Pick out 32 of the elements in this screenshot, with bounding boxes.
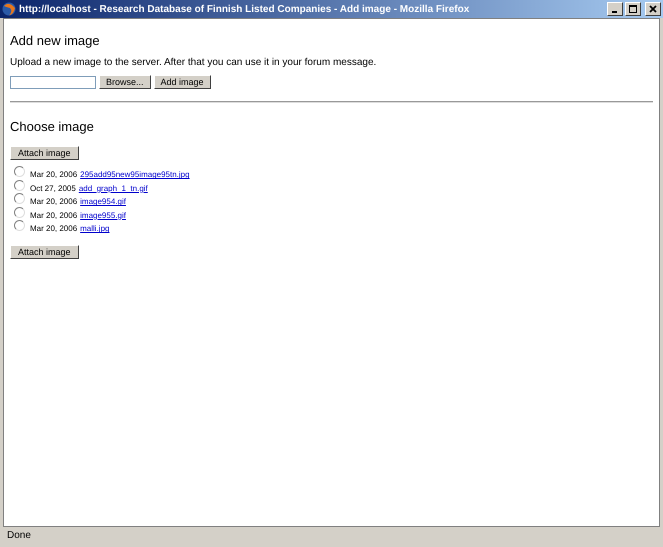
maximize-button[interactable]: [625, 2, 641, 16]
minimize-icon: [612, 10, 616, 12]
radio-button[interactable]: [14, 166, 25, 178]
add-image-button[interactable]: Add image: [154, 75, 211, 89]
image-file-link[interactable]: image954.gif: [80, 197, 126, 206]
window-title: http://localhost - Research Database of Finnish Listed Companies - Add image - Mozilla Firefox: [19, 4, 470, 14]
browse-button[interactable]: Browse...: [99, 75, 151, 89]
image-file-link[interactable]: malli.jpg: [80, 224, 110, 234]
status-text: Done: [7, 530, 31, 541]
radio-button[interactable]: [14, 180, 25, 191]
image-file-link[interactable]: image955.gif: [80, 210, 126, 220]
globe-icon: [2, 2, 16, 16]
image-file-link[interactable]: add_graph_1_tn.gif: [78, 184, 148, 193]
minimize-button[interactable]: [607, 2, 623, 16]
section-heading: Choose image: [10, 119, 95, 134]
image-date: Mar 20, 2006: [30, 170, 78, 180]
file-path-field[interactable]: [10, 76, 96, 88]
section-heading: Add new image: [10, 33, 101, 48]
image-date: Mar 20, 2006: [30, 210, 78, 220]
image-date: Mar 20, 2006: [30, 224, 78, 234]
attach-image-button[interactable]: Attach image: [10, 244, 79, 258]
image-file-link[interactable]: 295add95new95image95tn.jpg: [80, 170, 190, 180]
image-date: Oct 27, 2005: [30, 184, 76, 193]
description-text: Upload a new image to the server. After that you can use it in your forum message.: [10, 57, 378, 68]
maximize-icon: [628, 4, 638, 14]
image-date: Mar 20, 2006: [30, 197, 78, 206]
close-button[interactable]: [645, 2, 661, 16]
radio-button[interactable]: [14, 193, 25, 204]
radio-button[interactable]: [14, 206, 25, 218]
attach-image-button[interactable]: Attach image: [10, 146, 79, 160]
radio-button[interactable]: [14, 220, 25, 232]
close-icon: [648, 4, 658, 14]
